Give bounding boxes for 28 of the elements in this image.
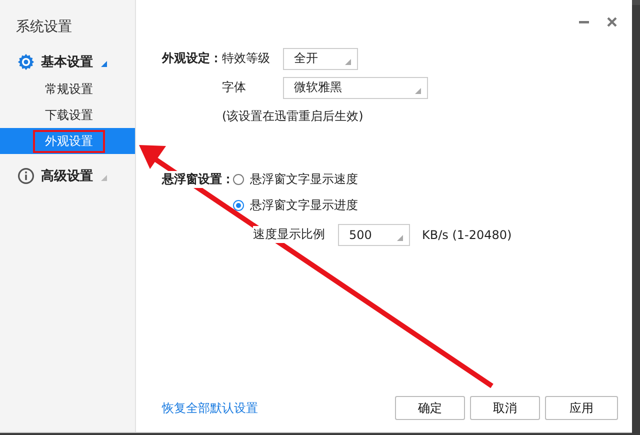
sidebar-group[interactable]: 高级设置	[0, 162, 135, 190]
dialog-button[interactable]: 应用	[545, 396, 618, 420]
effect-level-dropdown[interactable]: 全开	[283, 48, 358, 70]
corner-triangle-icon	[101, 175, 107, 181]
corner-triangle-icon	[101, 61, 107, 67]
restore-defaults-link[interactable]: 恢复全部默认设置	[162, 400, 258, 416]
dropdown-triangle-icon	[397, 234, 403, 240]
radio-option[interactable]: 悬浮窗文字显示进度	[233, 194, 358, 218]
sidebar-group[interactable]: 基本设置	[0, 48, 135, 76]
section-label: 外观设定：	[162, 50, 222, 67]
close-icon[interactable]	[606, 16, 618, 28]
dropdown-triangle-icon	[345, 58, 351, 64]
dialog-button[interactable]: 确定	[395, 396, 465, 420]
field-label: 字体	[222, 79, 247, 96]
radio-option[interactable]: 悬浮窗文字显示速度	[233, 167, 358, 191]
sidebar-item[interactable]: 外观设置	[0, 128, 135, 154]
gear-icon	[17, 53, 35, 71]
speed-scale-field[interactable]: 500	[338, 224, 410, 246]
dialog-button[interactable]: 取消	[470, 396, 540, 420]
dropdown-triangle-icon	[415, 88, 421, 94]
font-dropdown[interactable]: 微软雅黑	[283, 76, 428, 98]
note-text: (该设置在迅雷重启后生效)	[222, 108, 364, 125]
sidebar-item[interactable]: 常规设置	[0, 76, 135, 102]
window-title: 系统设置	[15, 18, 73, 36]
info-icon	[17, 167, 35, 185]
field-label: 特效等级	[222, 50, 271, 67]
unit-label: KB/s (1-20480)	[422, 228, 512, 242]
sidebar-item[interactable]: 下载设置	[0, 102, 135, 128]
